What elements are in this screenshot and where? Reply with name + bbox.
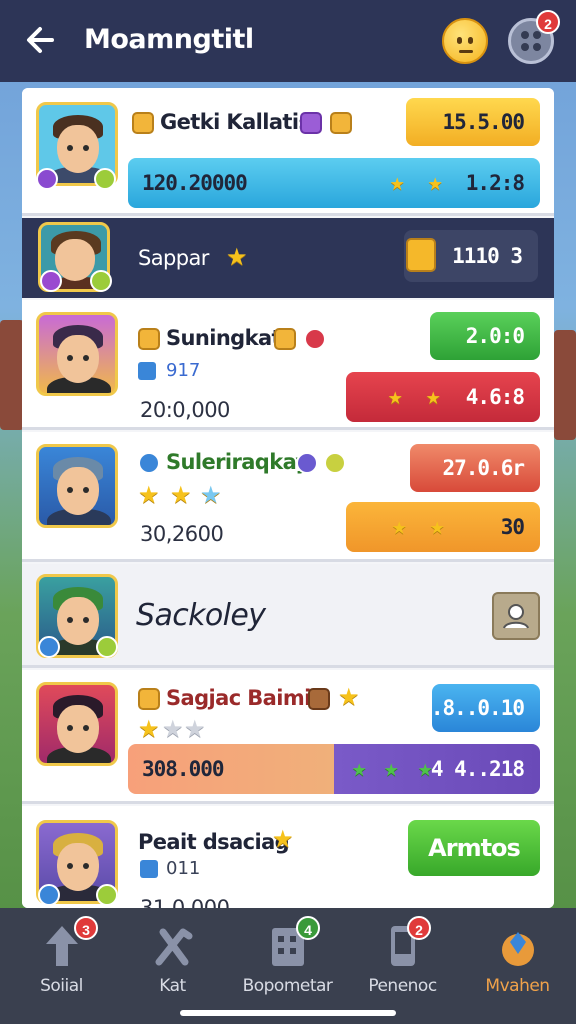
tools-icon <box>155 928 193 966</box>
nav-badge: 3 <box>74 916 98 940</box>
player-name: Getki Kallatis <box>160 110 311 134</box>
top-bar: Moamngtitl 2 <box>0 0 576 82</box>
star-icon: ★ <box>428 168 442 196</box>
player-name: Sackoley <box>136 598 266 633</box>
star-icon: ★ <box>338 684 360 711</box>
smiley-icon <box>324 452 346 474</box>
player-score: 31.0.000 <box>140 896 230 908</box>
player-sub-value: 011 <box>166 858 201 879</box>
coin-icon <box>138 328 160 350</box>
home-indicator <box>180 1010 396 1016</box>
action-button[interactable]: Armtos <box>408 820 540 876</box>
shield-icon: ★ <box>352 754 366 782</box>
nav-item-social[interactable]: 3 Soiial <box>4 908 119 1024</box>
level-badge-icon <box>40 270 62 292</box>
rank-badge-icon <box>96 636 118 658</box>
rank-badge-icon <box>90 270 112 292</box>
stats-bar: 308.000 ★ ★ ★ 4 4..218 <box>128 744 540 794</box>
star-icon: ★ <box>388 382 402 410</box>
gem-icon <box>300 112 322 134</box>
page-title: Moamngtitl <box>84 24 254 55</box>
nav-item-kat[interactable]: Kat <box>115 908 230 1024</box>
player-score: 20:0,000 <box>140 398 230 422</box>
star-icon: ★ <box>138 716 160 743</box>
nav-item-mvahen[interactable]: Mvahen <box>460 908 575 1024</box>
list-item[interactable]: Sackoley <box>22 564 554 668</box>
player-name: Sagjac Baimin <box>166 686 326 710</box>
player-sub-value: 917 <box>166 360 201 381</box>
star-icon: ★ <box>384 754 398 782</box>
list-item[interactable]: Getki Kallatis 15.5.00 120.20000 ★ ★ 1.2… <box>22 88 554 216</box>
settings-notification-badge: 2 <box>536 10 560 34</box>
gem-bag-icon <box>502 932 534 966</box>
nav-badge: 4 <box>296 916 320 940</box>
level-badge-icon <box>38 884 60 906</box>
list-item[interactable]: Suningkat 917 20:0,000 2.0:0 ★ ★ 4.6:8 <box>22 300 554 430</box>
star-icon: ★ <box>426 382 440 410</box>
search-badge-icon <box>138 452 160 474</box>
list-item[interactable]: Suleriraqkay ★ ★ ★ 30,2600 27.0.6r ★ ★ 3… <box>22 432 554 562</box>
avatar <box>36 444 118 528</box>
person-icon <box>503 604 529 629</box>
stats-bar: 120.20000 ★ ★ 1.2:8 <box>128 158 540 208</box>
bottom-navigation: 3 Soiial Kat 4 Bopometar 2 Penenoc Mvahe… <box>0 908 576 1024</box>
coin-icon <box>138 688 160 710</box>
coin-icon <box>274 328 296 350</box>
player-score: 30,2600 <box>140 522 224 546</box>
rank-badge-icon <box>96 884 118 906</box>
star-icon: ★ <box>272 826 294 853</box>
star-icon: ★ <box>138 482 160 509</box>
star-empty-icon: ★ <box>184 716 206 743</box>
level-badge-icon <box>38 636 60 658</box>
stats-bar: ★ ★ 30 <box>346 502 540 552</box>
shield-icon <box>304 328 326 350</box>
gem-icon <box>308 688 330 710</box>
globe-icon <box>296 452 318 474</box>
list-item[interactable]: Peait dsaciag ★ 011 31.0.000 Armtos <box>22 806 554 908</box>
shield-trophy-icon <box>406 238 436 272</box>
trophy-score[interactable]: 1110 3 <box>404 230 538 282</box>
star-icon: ★ <box>200 482 222 509</box>
background-house-left <box>0 320 24 430</box>
coin-icon <box>132 112 154 134</box>
star-icon: ★ <box>226 244 248 271</box>
level-badge-icon <box>36 168 58 190</box>
coin-icon <box>330 112 352 134</box>
star-icon: ★ <box>390 168 404 196</box>
leaderboard-list: Getki Kallatis 15.5.00 120.20000 ★ ★ 1.2… <box>22 88 554 908</box>
nav-item-bopometar[interactable]: 4 Bopometar <box>230 908 345 1024</box>
player-name: Sappar <box>138 246 209 270</box>
player-name: Suningkat <box>166 326 282 350</box>
background-house-right <box>554 330 576 440</box>
avatar <box>36 312 118 396</box>
star-empty-icon: ★ <box>162 716 184 743</box>
star-icon: ★ <box>418 754 432 782</box>
nav-item-penenoc[interactable]: 2 Penenoc <box>345 908 460 1024</box>
profile-button[interactable] <box>492 592 540 640</box>
box-icon <box>140 860 158 878</box>
score-pill[interactable]: 2.0:0 <box>430 312 540 360</box>
player-name: Suleriraqkay <box>166 450 309 474</box>
player-name: Peait dsaciag <box>138 830 290 854</box>
box-icon <box>138 362 156 380</box>
list-item-highlighted[interactable]: Sappar ★ 1110 3 <box>22 218 554 298</box>
rank-badge-icon <box>94 168 116 190</box>
star-icon: ★ <box>430 512 444 540</box>
nav-badge: 2 <box>407 916 431 940</box>
arrow-left-icon[interactable] <box>22 22 58 58</box>
star-icon: ★ <box>392 512 406 540</box>
stats-bar: ★ ★ 4.6:8 <box>346 372 540 422</box>
score-pill[interactable]: 2.8..0.10 <box>419 684 540 732</box>
score-pill[interactable]: 15.5.00 <box>406 98 540 146</box>
list-item[interactable]: Sagjac Baimin ★ ★ ★ ★ 2.8..0.10 308.000 … <box>22 670 554 804</box>
avatar <box>36 682 118 766</box>
neutral-face-icon[interactable] <box>442 18 488 64</box>
score-pill[interactable]: 27.0.6r <box>410 444 540 492</box>
star-icon: ★ <box>170 482 192 509</box>
